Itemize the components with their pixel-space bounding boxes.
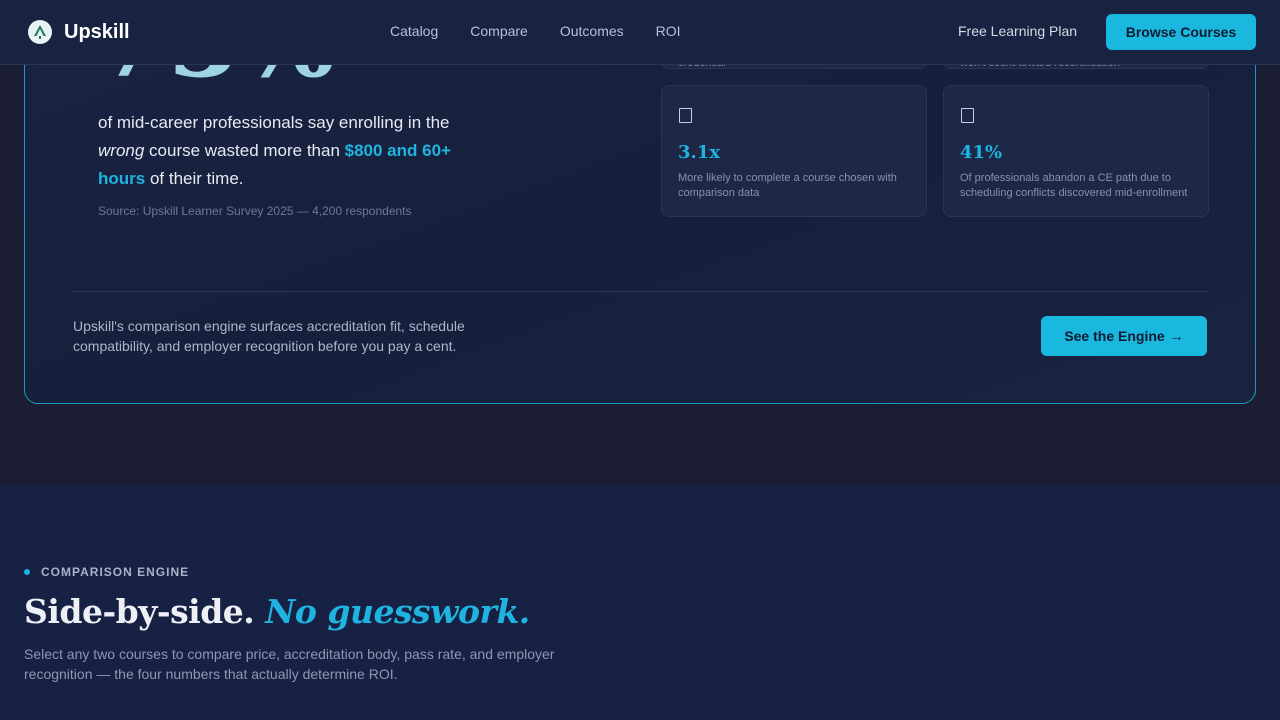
eyebrow-label: COMPARISON ENGINE [41,565,190,579]
square-icon [679,108,692,123]
nav-link-compare[interactable]: Compare [470,23,528,39]
nav-link-catalog[interactable]: Catalog [390,23,438,39]
stat-card-completion: 3.1x More likely to complete a course ch… [661,85,927,217]
comparison-engine-section: COMPARISON ENGINE Side-by-side. No guess… [0,484,1280,720]
engine-description: Upskill's comparison engine surfaces acc… [73,318,465,354]
top-nav: Upskill Catalog Compare Outcomes ROI Fre… [0,0,1280,65]
stat-source: Source: Upskill Learner Survey 2025 — 4,… [98,204,412,218]
stat-card-desc: Of professionals abandon a CE path due t… [960,172,1188,199]
section-heading: Side-by-side. No guesswork. [24,592,530,631]
stat-card-value: 41% [960,142,1003,163]
see-engine-button[interactable]: See the Engine → [1041,316,1207,356]
divider [73,291,1208,292]
stat-card-value: 3.1x [678,142,721,163]
nav-link-roi[interactable]: ROI [656,23,681,39]
square-icon [961,108,974,123]
heading-accent: No guesswork. [265,592,530,631]
see-engine-label: See the Engine [1064,328,1165,344]
upskill-logo-icon [28,20,52,44]
emphasis-wrong: wrong [98,141,145,160]
nav-link-outcomes[interactable]: Outcomes [560,23,624,39]
section-eyebrow: COMPARISON ENGINE [24,565,189,579]
brand-logo[interactable]: Upskill [28,20,130,44]
bullet-dot-icon [24,569,30,575]
arrow-right-icon: → [1169,328,1184,344]
section-description: Select any two courses to compare price,… [24,646,555,682]
stat-card-abandon: 41% Of professionals abandon a CE path d… [943,85,1209,217]
browse-courses-button[interactable]: Browse Courses [1106,14,1256,50]
brand-name: Upskill [64,20,130,43]
free-learning-plan-link[interactable]: Free Learning Plan [958,23,1077,39]
stat-card-desc: More likely to complete a course chosen … [678,172,897,199]
stat-lead-text: of mid-career professionals say enrollin… [98,113,451,188]
nav-links: Catalog Compare Outcomes ROI [390,23,681,39]
